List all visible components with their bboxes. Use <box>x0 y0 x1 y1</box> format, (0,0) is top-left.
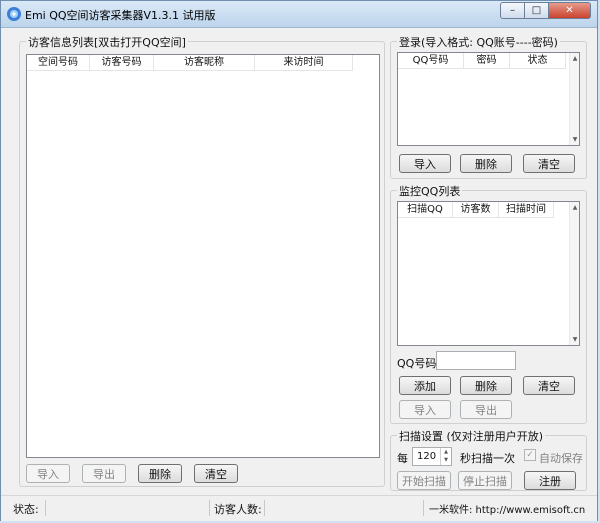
maximize-button[interactable]: □ <box>525 2 549 19</box>
monitor-list-header: 扫描QQ 访客数 扫描时间 <box>398 202 554 218</box>
title-bar: Emi QQ空间访客采集器V1.3.1 试用版 – □ ✕ <box>1 1 597 28</box>
company-website-link[interactable]: 一米软件: http://www.emisoft.cn <box>429 501 585 516</box>
monitor-export-button[interactable]: 导出 <box>460 400 512 419</box>
column-scan-qq[interactable]: 扫描QQ <box>398 202 453 217</box>
scroll-down-icon[interactable]: ▼ <box>570 134 579 145</box>
column-visit-time[interactable]: 来访时间 <box>255 55 353 70</box>
spinner-up-icon[interactable]: ▲ <box>441 448 451 456</box>
monitor-panel: 监控QQ列表 扫描QQ 访客数 扫描时间 ▲ ▼ QQ号码: 添加 删除 清空 … <box>390 183 587 424</box>
scan-settings-panel: 扫描设置 (仅对注册用户开放) 每 120 ▲ ▼ 秒扫描一次 ✓ 自动保存 开… <box>390 428 587 491</box>
monitor-list[interactable]: 扫描QQ 访客数 扫描时间 ▲ ▼ <box>397 201 580 346</box>
monitor-import-button[interactable]: 导入 <box>399 400 451 419</box>
scan-every-label: 每 <box>397 452 408 465</box>
login-delete-button[interactable]: 删除 <box>460 154 512 173</box>
column-password[interactable]: 密码 <box>464 53 510 68</box>
visitor-export-button[interactable]: 导出 <box>82 464 126 483</box>
login-import-button[interactable]: 导入 <box>399 154 451 173</box>
close-button[interactable]: ✕ <box>549 2 591 19</box>
monitor-list-scrollbar[interactable]: ▲ ▼ <box>569 202 579 345</box>
login-clear-button[interactable]: 清空 <box>523 154 575 173</box>
column-visitor-nickname[interactable]: 访客昵称 <box>154 55 255 70</box>
register-button[interactable]: 注册 <box>524 471 576 490</box>
spinner-down-icon[interactable]: ▼ <box>441 456 451 464</box>
visitor-clear-button[interactable]: 清空 <box>194 464 238 483</box>
monitor-panel-title: 监控QQ列表 <box>397 183 463 199</box>
column-qq-number[interactable]: QQ号码 <box>398 53 464 68</box>
monitor-delete-button[interactable]: 删除 <box>460 376 512 395</box>
column-space-number[interactable]: 空间号码 <box>27 55 90 70</box>
column-scan-time[interactable]: 扫描时间 <box>499 202 554 217</box>
login-panel-title: 登录(导入格式: QQ账号----密码) <box>397 34 560 50</box>
window-title: Emi QQ空间访客采集器V1.3.1 试用版 <box>25 9 216 22</box>
monitor-clear-button[interactable]: 清空 <box>523 376 575 395</box>
app-window: Emi QQ空间访客采集器V1.3.1 试用版 – □ ✕ 访客信息列表[双击打… <box>0 0 598 521</box>
column-visitor-count[interactable]: 访客数 <box>453 202 499 217</box>
login-list-header: QQ号码 密码 状态 <box>398 53 566 69</box>
statusbar-divider <box>45 500 46 516</box>
spinner-buttons: ▲ ▼ <box>440 448 451 465</box>
scroll-down-icon[interactable]: ▼ <box>570 334 579 345</box>
statusbar-divider <box>209 500 210 516</box>
visitor-delete-button[interactable]: 删除 <box>138 464 182 483</box>
start-scan-button[interactable]: 开始扫描 <box>397 471 451 490</box>
statusbar-divider <box>423 500 424 516</box>
column-status[interactable]: 状态 <box>510 53 566 68</box>
visitor-list[interactable]: 空间号码 访客号码 访客昵称 来访时间 <box>26 54 380 458</box>
qq-number-input[interactable] <box>436 351 516 370</box>
scroll-up-icon[interactable]: ▲ <box>570 202 579 213</box>
visitor-import-button[interactable]: 导入 <box>26 464 70 483</box>
statusbar-divider <box>264 500 265 516</box>
scan-interval-value: 120 <box>417 451 437 462</box>
auto-save-label: 自动保存 <box>539 452 583 465</box>
scan-settings-title: 扫描设置 (仅对注册用户开放) <box>397 428 546 444</box>
login-list[interactable]: QQ号码 密码 状态 ▲ ▼ <box>397 52 580 146</box>
status-label: 状态: <box>13 503 39 516</box>
login-list-scrollbar[interactable]: ▲ ▼ <box>569 53 579 145</box>
visitor-panel: 访客信息列表[双击打开QQ空间] 空间号码 访客号码 访客昵称 来访时间 导入 … <box>19 34 385 487</box>
login-panel: 登录(导入格式: QQ账号----密码) QQ号码 密码 状态 ▲ ▼ 导入 删… <box>390 34 587 179</box>
auto-save-checkbox[interactable]: ✓ <box>524 449 536 461</box>
scroll-up-icon[interactable]: ▲ <box>570 53 579 64</box>
scan-interval-spinner[interactable]: 120 ▲ ▼ <box>412 447 452 466</box>
app-logo-icon <box>7 7 21 21</box>
visitor-list-header: 空间号码 访客号码 访客昵称 来访时间 <box>27 55 353 71</box>
stop-scan-button[interactable]: 停止扫描 <box>458 471 512 490</box>
visitor-panel-title: 访客信息列表[双击打开QQ空间] <box>26 34 188 50</box>
column-visitor-number[interactable]: 访客号码 <box>90 55 154 70</box>
monitor-add-button[interactable]: 添加 <box>399 376 451 395</box>
visitor-count-label: 访客人数: <box>214 503 262 516</box>
window-controls: – □ ✕ <box>500 2 591 19</box>
minimize-button[interactable]: – <box>500 2 525 19</box>
status-bar: 状态: 访客人数: 一米软件: http://www.emisoft.cn <box>1 495 597 521</box>
scan-interval-suffix: 秒扫描一次 <box>460 452 515 465</box>
qq-number-label: QQ号码: <box>397 357 441 370</box>
